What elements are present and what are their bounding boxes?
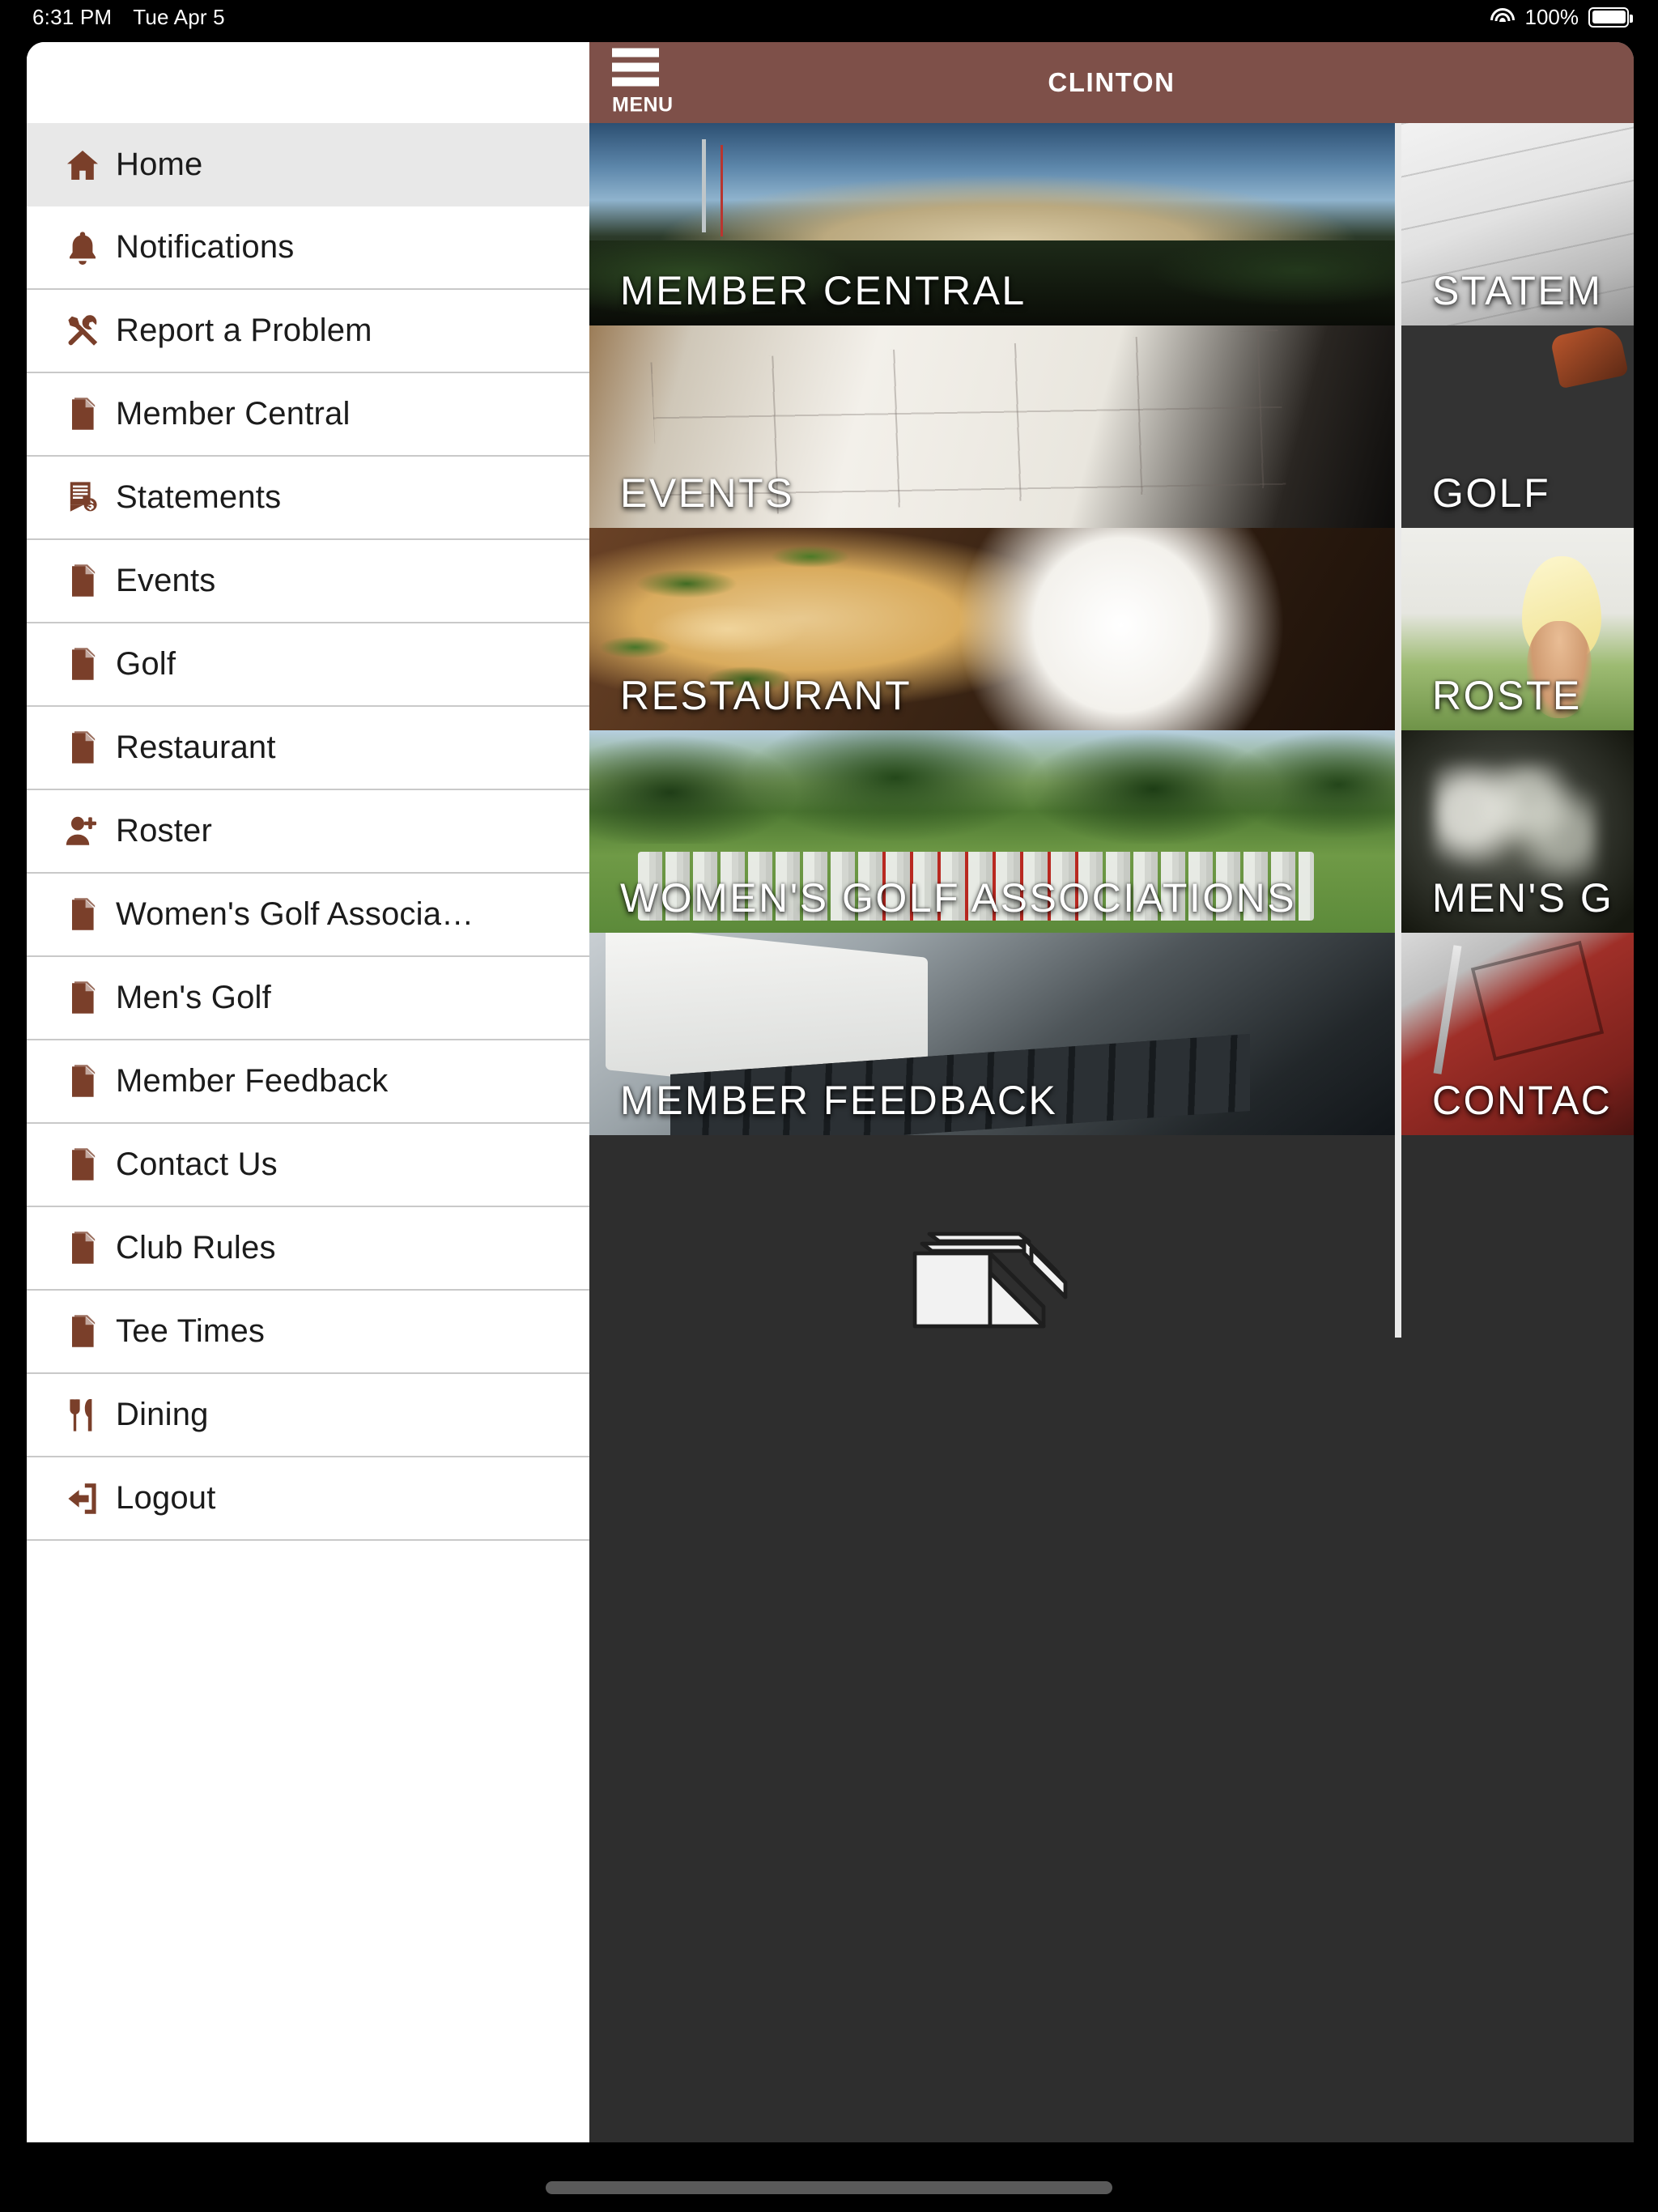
sidebar-item-label: Notifications xyxy=(116,229,295,265)
status-bar-left: 6:31 PM Tue Apr 5 xyxy=(32,5,225,30)
sidebar-item-men-s-golf[interactable]: Men's Golf xyxy=(27,957,589,1040)
tile-women-s-golf-associations[interactable]: WOMEN'S GOLF ASSOCIATIONS xyxy=(589,730,1395,933)
status-date: Tue Apr 5 xyxy=(133,4,225,29)
footer-logo-strip xyxy=(589,1135,1395,1338)
tile-label: MEMBER CENTRAL xyxy=(620,268,1027,313)
tile-label: WOMEN'S GOLF ASSOCIATIONS xyxy=(620,875,1297,921)
sidebar-item-label: Member Central xyxy=(116,396,351,432)
document-icon xyxy=(49,1229,116,1268)
sidebar-item-label: Golf xyxy=(116,646,176,682)
invoice-dollar-icon xyxy=(49,479,116,517)
tile-label: MEMBER FEEDBACK xyxy=(620,1078,1058,1123)
document-icon xyxy=(49,1312,116,1351)
status-bar: 6:31 PM Tue Apr 5 100% xyxy=(0,0,1658,34)
sidebar-item-restaurant[interactable]: Restaurant xyxy=(27,707,589,790)
tile-restaurant[interactable]: RESTAURANT xyxy=(589,528,1395,730)
tile-men-s-g[interactable]: MEN'S G xyxy=(1401,730,1634,933)
sidebar-item-label: Home xyxy=(116,147,203,182)
sidebar-item-report-a-problem[interactable]: Report a Problem xyxy=(27,290,589,373)
tile-statem[interactable]: STATEM xyxy=(1401,123,1634,325)
tile-member-central[interactable]: MEMBER CENTRAL xyxy=(589,123,1395,325)
page-title: CLINTON xyxy=(1048,67,1175,97)
wifi-icon xyxy=(1490,7,1516,27)
content-pane: MENU CLINTON MEMBER CENTRAL STATEM EVENTS G… xyxy=(589,42,1634,2142)
document-icon xyxy=(49,562,116,601)
sidebar-item-label: Statements xyxy=(116,479,282,515)
logout-icon xyxy=(49,1479,116,1518)
document-icon xyxy=(49,895,116,934)
tile-label: ROSTE xyxy=(1432,673,1582,718)
footer-strip-right xyxy=(1401,1135,1634,1338)
sidebar-item-events[interactable]: Events xyxy=(27,540,589,623)
tile-member-feedback[interactable]: MEMBER FEEDBACK xyxy=(589,933,1395,1135)
tile-gutter xyxy=(1395,528,1401,730)
home-indicator xyxy=(546,2181,1112,2194)
document-icon xyxy=(49,1146,116,1185)
sidebar-item-label: Logout xyxy=(116,1480,216,1516)
status-bar-right: 100% xyxy=(1490,4,1633,30)
sidebar-item-club-rules[interactable]: Club Rules xyxy=(27,1207,589,1291)
tile-gutter xyxy=(1395,1135,1401,1338)
sidebar-item-member-central[interactable]: Member Central xyxy=(27,373,589,457)
tile-label: MEN'S G xyxy=(1432,875,1614,921)
tile-events[interactable]: EVENTS xyxy=(589,325,1395,528)
sidebar-item-label: Club Rules xyxy=(116,1230,276,1266)
sidebar-item-statements[interactable]: Statements xyxy=(27,457,589,540)
sidebar-item-label: Roster xyxy=(116,813,213,849)
sidebar-item-roster[interactable]: Roster xyxy=(27,790,589,874)
sidebar-item-dining[interactable]: Dining xyxy=(27,1374,589,1457)
document-icon xyxy=(49,979,116,1018)
sidebar-item-member-feedback[interactable]: Member Feedback xyxy=(27,1040,589,1124)
tile-gutter xyxy=(1395,325,1401,528)
cutlery-icon xyxy=(49,1396,116,1435)
status-time: 6:31 PM xyxy=(32,4,113,29)
sidebar-item-home[interactable]: Home xyxy=(27,123,589,206)
sidebar-item-label: Events xyxy=(116,563,216,598)
tile-gutter xyxy=(1395,123,1401,325)
document-icon xyxy=(49,1062,116,1101)
tools-icon xyxy=(49,312,116,351)
document-icon xyxy=(49,729,116,768)
battery-full-icon xyxy=(1588,6,1633,28)
sidebar-item-golf[interactable]: Golf xyxy=(27,623,589,707)
sidebar-item-contact-us[interactable]: Contact Us xyxy=(27,1124,589,1207)
app-header: MENU CLINTON xyxy=(589,42,1634,123)
tile-label: CONTAC xyxy=(1432,1078,1613,1123)
battery-percent: 100% xyxy=(1524,4,1579,29)
tile-label: RESTAURANT xyxy=(620,673,912,718)
sidebar-item-label: Women's Golf Associa… xyxy=(116,896,474,932)
sidebar-top-spacer xyxy=(27,42,589,123)
tile-golf[interactable]: GOLF xyxy=(1401,325,1634,528)
tile-gutter xyxy=(1395,933,1401,1135)
document-stack-logo xyxy=(908,1212,1078,1338)
sidebar-item-label: Member Feedback xyxy=(116,1063,389,1099)
tile-label: EVENTS xyxy=(620,470,795,516)
tile-label: STATEM xyxy=(1432,268,1603,313)
sidebar-item-label: Restaurant xyxy=(116,730,276,765)
sidebar-item-tee-times[interactable]: Tee Times xyxy=(27,1291,589,1374)
hamburger-bar-1 xyxy=(612,48,659,57)
person-add-icon xyxy=(49,812,116,851)
sidebar-item-label: Contact Us xyxy=(116,1146,278,1182)
tile-gutter xyxy=(1395,730,1401,933)
sidebar-item-label: Dining xyxy=(116,1397,209,1432)
bell-icon xyxy=(49,228,116,267)
tile-roste[interactable]: ROSTE xyxy=(1401,528,1634,730)
sidebar-item-notifications[interactable]: Notifications xyxy=(27,206,589,290)
sidebar-item-women-s-golf-associa[interactable]: Women's Golf Associa… xyxy=(27,874,589,957)
document-icon xyxy=(49,395,116,434)
document-icon xyxy=(49,645,116,684)
app-window: Home Notifications Report a Problem Member … xyxy=(27,42,1634,2142)
sidebar-item-logout[interactable]: Logout xyxy=(27,1457,589,1541)
sidebar-item-label: Men's Golf xyxy=(116,980,271,1015)
sidebar-item-list: Home Notifications Report a Problem Member … xyxy=(27,123,589,1541)
tile-contac[interactable]: CONTAC xyxy=(1401,933,1634,1135)
sidebar-item-label: Tee Times xyxy=(116,1313,266,1349)
sidebar-navigation: Home Notifications Report a Problem Member … xyxy=(27,42,589,2142)
home-icon xyxy=(49,146,116,185)
tile-label: GOLF xyxy=(1432,470,1551,516)
sidebar-item-label: Report a Problem xyxy=(116,313,372,348)
tile-grid: MEMBER CENTRAL STATEM EVENTS GOLF RESTAURANT… xyxy=(589,123,1634,2142)
